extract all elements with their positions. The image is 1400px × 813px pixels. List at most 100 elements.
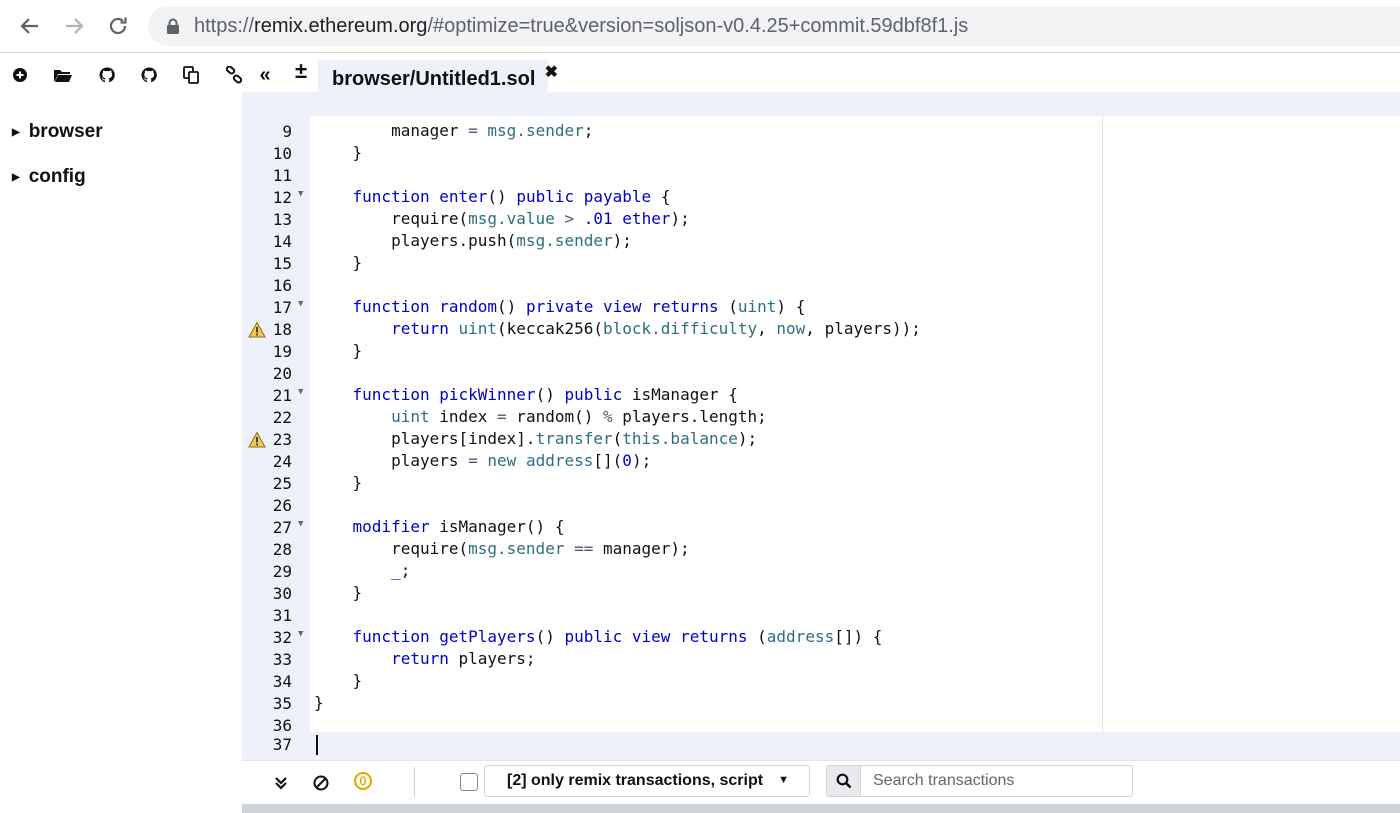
- code-token: private: [525, 297, 594, 316]
- warning-icon[interactable]: [248, 321, 266, 339]
- gutter-line: 31: [242, 605, 310, 627]
- code-token: (): [535, 627, 565, 646]
- editor-gutter: 9 10 11 12 ▼ 13 14 15 16 17 ▼ 18 19 20 21 ▼ 22 23 24 25 26 27…: [242, 116, 310, 732]
- fold-arrow-icon[interactable]: ▼: [298, 189, 303, 199]
- url-host: remix.ethereum.org: [254, 15, 428, 37]
- forward-button[interactable]: [56, 8, 92, 44]
- update-gist-button[interactable]: [138, 64, 160, 86]
- fold-arrow-icon[interactable]: ▼: [298, 629, 303, 639]
- code-line[interactable]: manager = msg.sender;: [314, 120, 593, 142]
- line-number: 22: [272, 408, 292, 427]
- caret-right-icon: ▶: [12, 126, 20, 138]
- code-editor[interactable]: manager = msg.sender; } function enter()…: [310, 116, 1400, 732]
- gutter-line: 23: [242, 429, 310, 451]
- pending-transactions-badge[interactable]: 0: [354, 772, 372, 790]
- open-folder-button[interactable]: [52, 64, 74, 86]
- reload-button[interactable]: [100, 8, 136, 44]
- lock-icon: [167, 18, 179, 34]
- warning-icon[interactable]: [248, 431, 266, 449]
- publish-gist-button[interactable]: [96, 64, 118, 86]
- code-line[interactable]: }: [314, 252, 363, 274]
- line-number: 9: [282, 122, 292, 141]
- code-line[interactable]: }: [314, 340, 363, 362]
- create-file-button[interactable]: [9, 64, 31, 86]
- code-token: players[index].: [314, 429, 536, 448]
- code-token: (): [497, 297, 526, 316]
- listen-network-checkbox[interactable]: [460, 773, 478, 791]
- code-line[interactable]: players[index].transfer(this.balance);: [314, 428, 757, 450]
- code-line[interactable]: players = new address[](0);: [314, 450, 651, 472]
- address-bar[interactable]: https://remix.ethereum.org/#optimize=tru…: [148, 6, 1400, 46]
- gutter-line: 34: [242, 671, 310, 693]
- code-line[interactable]: }: [314, 582, 363, 604]
- code-token: function: [352, 385, 430, 404]
- gutter-line: 28: [242, 539, 310, 561]
- line-number: 29: [272, 562, 292, 581]
- back-button[interactable]: [12, 8, 48, 44]
- url-text[interactable]: https://remix.ethereum.org/#optimize=tru…: [194, 15, 968, 38]
- code-line[interactable]: }: [314, 670, 363, 692]
- line-number: 18: [272, 320, 292, 339]
- code-line[interactable]: function getPlayers() public view return…: [314, 626, 883, 648]
- search-transactions-input[interactable]: [860, 765, 1133, 797]
- fold-arrow-icon[interactable]: ▼: [298, 519, 303, 529]
- code-line[interactable]: }: [314, 472, 363, 494]
- code-line-active[interactable]: [310, 732, 1400, 760]
- arrow-left-icon: [20, 18, 38, 34]
- code-token: msg.sender: [468, 539, 565, 558]
- tab-untitled1-sol[interactable]: browser/Untitled1.sol ✖: [318, 60, 558, 94]
- code-token: random: [439, 297, 498, 316]
- fold-arrow-icon[interactable]: ▼: [298, 299, 303, 309]
- horizontal-scrollbar[interactable]: [242, 804, 1400, 813]
- tree-item-browser[interactable]: ▶ browser: [12, 120, 103, 144]
- code-token: uint: [737, 297, 777, 316]
- line-number: 30: [272, 584, 292, 603]
- code-token: }: [314, 671, 363, 690]
- code-line[interactable]: function pickWinner() public isManager {: [314, 384, 738, 406]
- code-line[interactable]: function enter() public payable {: [314, 186, 671, 208]
- transaction-filter-dropdown[interactable]: [2] only remix transactions, script ▼: [484, 765, 810, 797]
- gutter-line: 10: [242, 143, 310, 165]
- gutter-line: 13: [242, 209, 310, 231]
- code-token: =: [468, 121, 478, 140]
- fold-arrow-icon[interactable]: ▼: [298, 387, 303, 397]
- clear-console-button[interactable]: [311, 773, 331, 793]
- gutter-line: 36: [242, 715, 310, 732]
- line-number: 12: [272, 188, 292, 207]
- code-line[interactable]: uint index = random() % players.length;: [314, 406, 767, 428]
- code-token: (: [612, 429, 623, 448]
- code-line[interactable]: return players;: [314, 648, 536, 670]
- code-line[interactable]: require(msg.value > .01 ether);: [314, 208, 690, 230]
- toggle-terminal-button[interactable]: [271, 773, 291, 793]
- code-token: }: [314, 473, 363, 492]
- code-line[interactable]: players.push(msg.sender);: [314, 230, 632, 252]
- code-line[interactable]: }: [314, 142, 363, 164]
- search-button[interactable]: [826, 765, 860, 797]
- code-line[interactable]: modifier isManager() {: [314, 516, 565, 538]
- code-token: (keccak256(: [497, 319, 603, 338]
- code-line[interactable]: function random() private view returns (…: [314, 296, 806, 318]
- code-line[interactable]: return uint(keccak256(block.difficulty , …: [314, 318, 921, 340]
- code-line[interactable]: require(msg.sender == manager);: [314, 538, 690, 560]
- print-margin: [1102, 116, 1103, 732]
- code-line[interactable]: }: [314, 692, 324, 714]
- code-token: msg.value: [468, 209, 555, 228]
- close-icon[interactable]: ✖: [545, 62, 558, 82]
- code-token: require(: [314, 209, 469, 228]
- copy-files-button[interactable]: [180, 64, 202, 86]
- tree-item-config[interactable]: ▶ config: [12, 165, 86, 189]
- line-number: 28: [272, 540, 292, 559]
- code-line[interactable]: _;: [314, 560, 410, 582]
- line-number: 33: [272, 650, 292, 669]
- line-number: 13: [272, 210, 292, 229]
- line-number: 37: [272, 735, 292, 754]
